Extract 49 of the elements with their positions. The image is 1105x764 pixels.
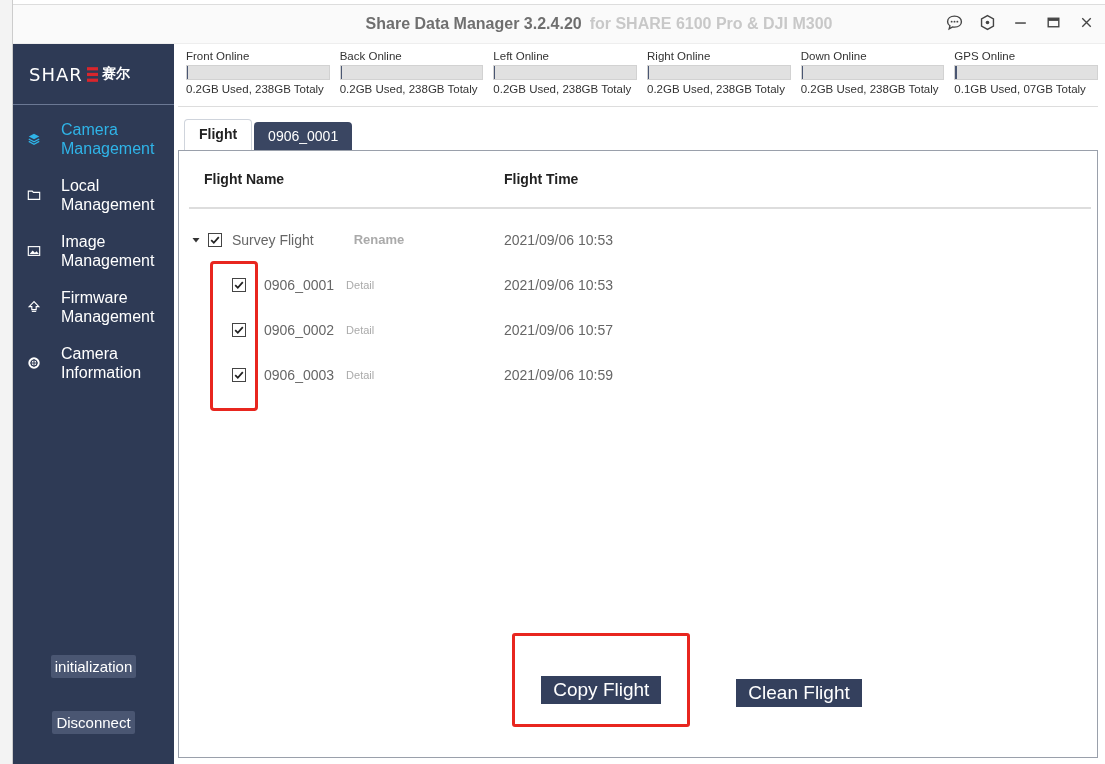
- tab[interactable]: 0906_0001: [254, 122, 353, 150]
- sidebar-button[interactable]: initialization: [50, 655, 137, 678]
- sidebar-item[interactable]: Camera Management: [13, 115, 174, 163]
- checkbox[interactable]: [208, 232, 222, 247]
- column-header: Flight Name: [203, 171, 286, 187]
- flight-time: 2021/09/06 10:57: [504, 321, 613, 338]
- image-icon: [27, 244, 41, 258]
- sidebar-item[interactable]: Local Management: [13, 171, 174, 219]
- column-header: Flight Time: [504, 171, 579, 187]
- storage-usage: 0.2GB Used, 238GB Totaly: [800, 83, 940, 95]
- flight-name: 0906_0001: [264, 276, 335, 293]
- layers-icon: [27, 132, 41, 146]
- sidebar-item[interactable]: Image Management: [13, 227, 174, 275]
- storage-label: Back Online: [339, 50, 403, 62]
- logo-text: 赛尔: [101, 65, 130, 83]
- folder-icon: [27, 188, 41, 202]
- storage-usage: 0.1GB Used, 07GB Totaly: [954, 83, 1087, 95]
- storage-usage: 0.2GB Used, 238GB Totaly: [339, 83, 479, 95]
- flight-time: 2021/09/06 10:53: [504, 231, 613, 248]
- storage-label: GPS Online: [954, 50, 1017, 62]
- checkbox[interactable]: [232, 367, 246, 382]
- storage-label: Left Online: [493, 50, 550, 62]
- storage-label: Front Online: [186, 50, 251, 62]
- upload-arrow-icon: [27, 300, 41, 314]
- flight-name: 0906_0002: [264, 321, 335, 338]
- sidebar-item[interactable]: Firmware Management: [13, 283, 174, 331]
- flight-name: Survey Flight: [232, 231, 314, 248]
- chat-icon[interactable]: [946, 14, 963, 31]
- flight-time: 2021/09/06 10:53: [504, 276, 613, 293]
- logo-text: SHAR: [29, 63, 83, 85]
- storage-usage: 0.2GB Used, 238GB Totaly: [647, 83, 786, 95]
- logo-mark-icon: [86, 66, 98, 82]
- action-button[interactable]: Copy Flight: [541, 676, 662, 704]
- storage-label: Down Online: [800, 50, 868, 62]
- sidebar-item[interactable]: Camera Information: [13, 339, 174, 387]
- flight-time: 2021/09/06 10:59: [504, 366, 613, 383]
- window-title: Share Data Manager 3.2.4.20: [365, 15, 582, 33]
- settings-icon[interactable]: [979, 14, 996, 31]
- storage-usage: 0.2GB Used, 238GB Totaly: [186, 83, 325, 95]
- storage-label: Right Online: [647, 50, 712, 62]
- expand-caret-icon[interactable]: [192, 235, 200, 244]
- checkbox[interactable]: [232, 277, 246, 292]
- tab[interactable]: Flight: [184, 119, 253, 150]
- storage-usage: 0.2GB Used, 238GB Totaly: [493, 83, 633, 95]
- lens-icon: [27, 356, 41, 370]
- flight-name: 0906_0003: [264, 366, 335, 383]
- checkbox[interactable]: [232, 322, 246, 337]
- action-button[interactable]: Clean Flight: [736, 679, 862, 707]
- sidebar-button[interactable]: Disconnect: [52, 711, 135, 734]
